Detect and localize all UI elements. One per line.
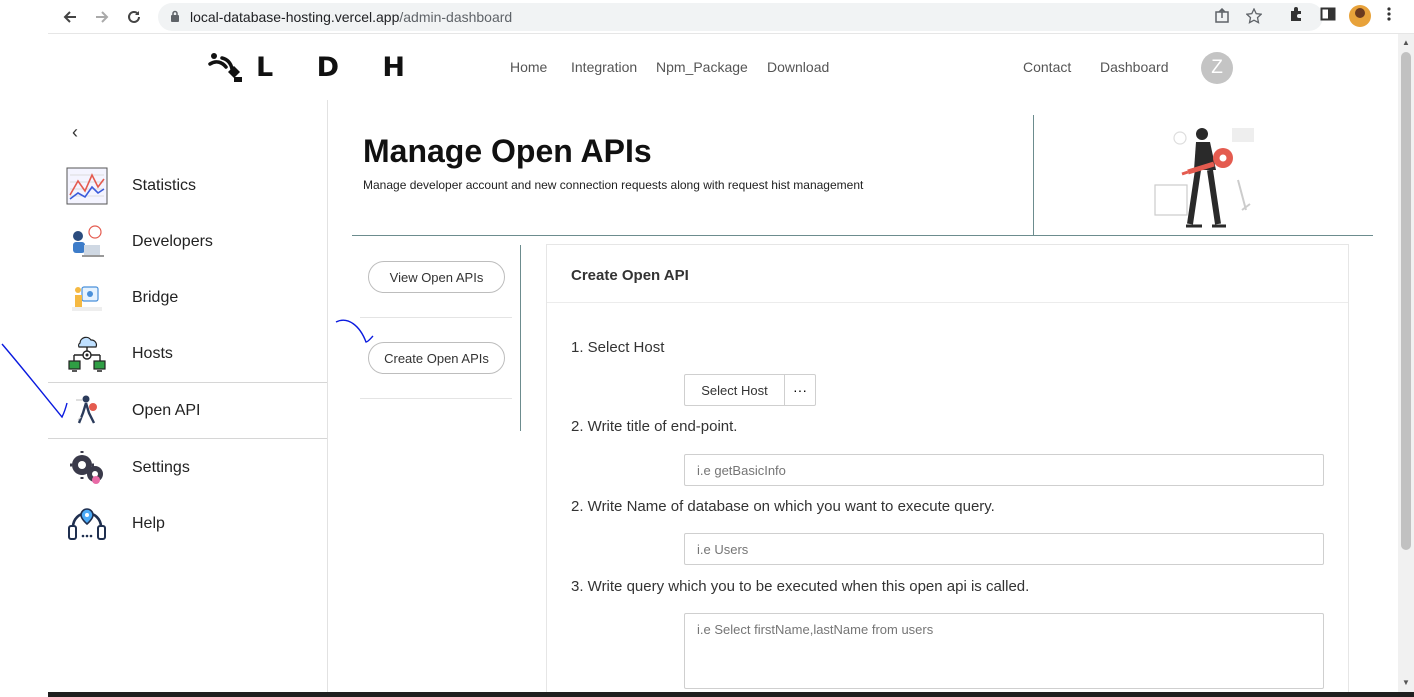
browser-toolbar: local-database-hosting.vercel.app/admin-… [48,0,1414,34]
statistics-icon [66,165,108,207]
step-query: 3. Write query which you to be executed … [571,578,1030,595]
url-text: local-database-hosting.vercel.app/admin-… [190,9,513,25]
select-host-group: Select Host ··· [684,374,816,406]
create-open-apis-button[interactable]: Create Open APIs [368,342,505,374]
site-logo[interactable]: L D H [208,50,422,84]
menu-kebab-icon[interactable] [1386,6,1392,27]
nav-integration[interactable]: Integration [571,59,637,75]
subnav-divider [360,317,512,318]
profile-avatar[interactable] [1349,5,1371,27]
step-select-host: 1. Select Host [571,339,665,356]
lock-icon [170,10,180,28]
sidebar-item-label: Open API [132,401,201,419]
sidebar-item-help[interactable]: Help [48,496,327,552]
nav-npm-package[interactable]: Npm_Package [656,59,748,75]
sidebar-item-label: Developers [132,233,213,250]
reload-icon[interactable] [122,5,146,29]
subnav-vertical-divider [520,245,521,431]
sidebar-item-hosts[interactable]: Hosts [48,326,327,382]
sidebar-item-developers[interactable]: Developers [48,214,327,270]
page-title: Manage Open APIs [363,133,652,169]
sidebar-item-settings[interactable]: Settings [48,440,327,496]
step-endpoint-title: 2. Write title of end-point. [571,418,738,435]
card-header: Create Open API [547,245,1348,303]
side-panel-icon[interactable] [1320,6,1336,27]
brand-name: L D H [256,51,423,83]
nav-home[interactable]: Home [510,59,547,75]
os-taskbar-edge [48,692,1414,697]
collapse-sidebar-icon[interactable]: ‹ [72,122,78,143]
sidebar-item-bridge[interactable]: Bridge [48,270,327,326]
user-avatar[interactable]: Z [1201,52,1233,84]
sidebar-item-statistics[interactable]: Statistics [48,158,327,214]
bridge-icon [66,277,108,319]
nav-contact[interactable]: Contact [1023,59,1071,75]
database-name-input[interactable] [684,533,1324,565]
bookmark-star-icon[interactable] [1245,7,1263,29]
page-subtitle: Manage developer account and new connect… [363,178,864,192]
forward-icon[interactable] [90,5,114,29]
share-icon[interactable] [1214,7,1230,29]
more-options-button[interactable]: ··· [785,374,816,406]
query-textarea[interactable] [684,613,1324,689]
step-database-name: 2. Write Name of database on which you w… [571,498,995,515]
view-open-apis-button[interactable]: View Open APIs [368,261,505,293]
sidebar-item-open-api[interactable]: Open API [48,382,327,439]
hosts-icon [66,333,108,375]
sidebar: ‹ Statistics Developers Bridge Hosts Ope… [48,100,328,697]
scroll-down-icon[interactable]: ▼ [1402,678,1410,687]
help-icon [66,503,108,545]
scrollbar-thumb[interactable] [1401,52,1411,550]
settings-icon [66,447,108,489]
sidebar-item-label: Settings [132,459,190,476]
api-key-illustration [1154,128,1254,228]
sidebar-item-label: Hosts [132,345,173,362]
sidebar-item-label: Help [132,515,165,532]
endpoint-title-input[interactable] [684,454,1324,486]
address-bar[interactable]: local-database-hosting.vercel.app/admin-… [158,3,1323,31]
sidebar-item-label: Statistics [132,177,197,194]
annotation-stroke [335,319,374,343]
extensions-icon[interactable] [1288,6,1304,27]
sidebar-item-label: Bridge [132,289,179,306]
banner-divider-vertical [1033,115,1034,235]
page-scrollbar[interactable]: ▲ ▼ [1398,34,1414,692]
open-api-icon [66,390,108,432]
logo-icon [208,53,242,82]
subnav-divider [360,398,512,399]
nav-dashboard[interactable]: Dashboard [1100,59,1169,75]
scroll-up-icon[interactable]: ▲ [1402,38,1410,47]
back-icon[interactable] [58,5,82,29]
card-title: Create Open API [571,267,689,284]
banner-divider [352,235,1373,236]
nav-download[interactable]: Download [767,59,829,75]
select-host-button[interactable]: Select Host [684,374,785,406]
developers-icon [66,221,108,263]
